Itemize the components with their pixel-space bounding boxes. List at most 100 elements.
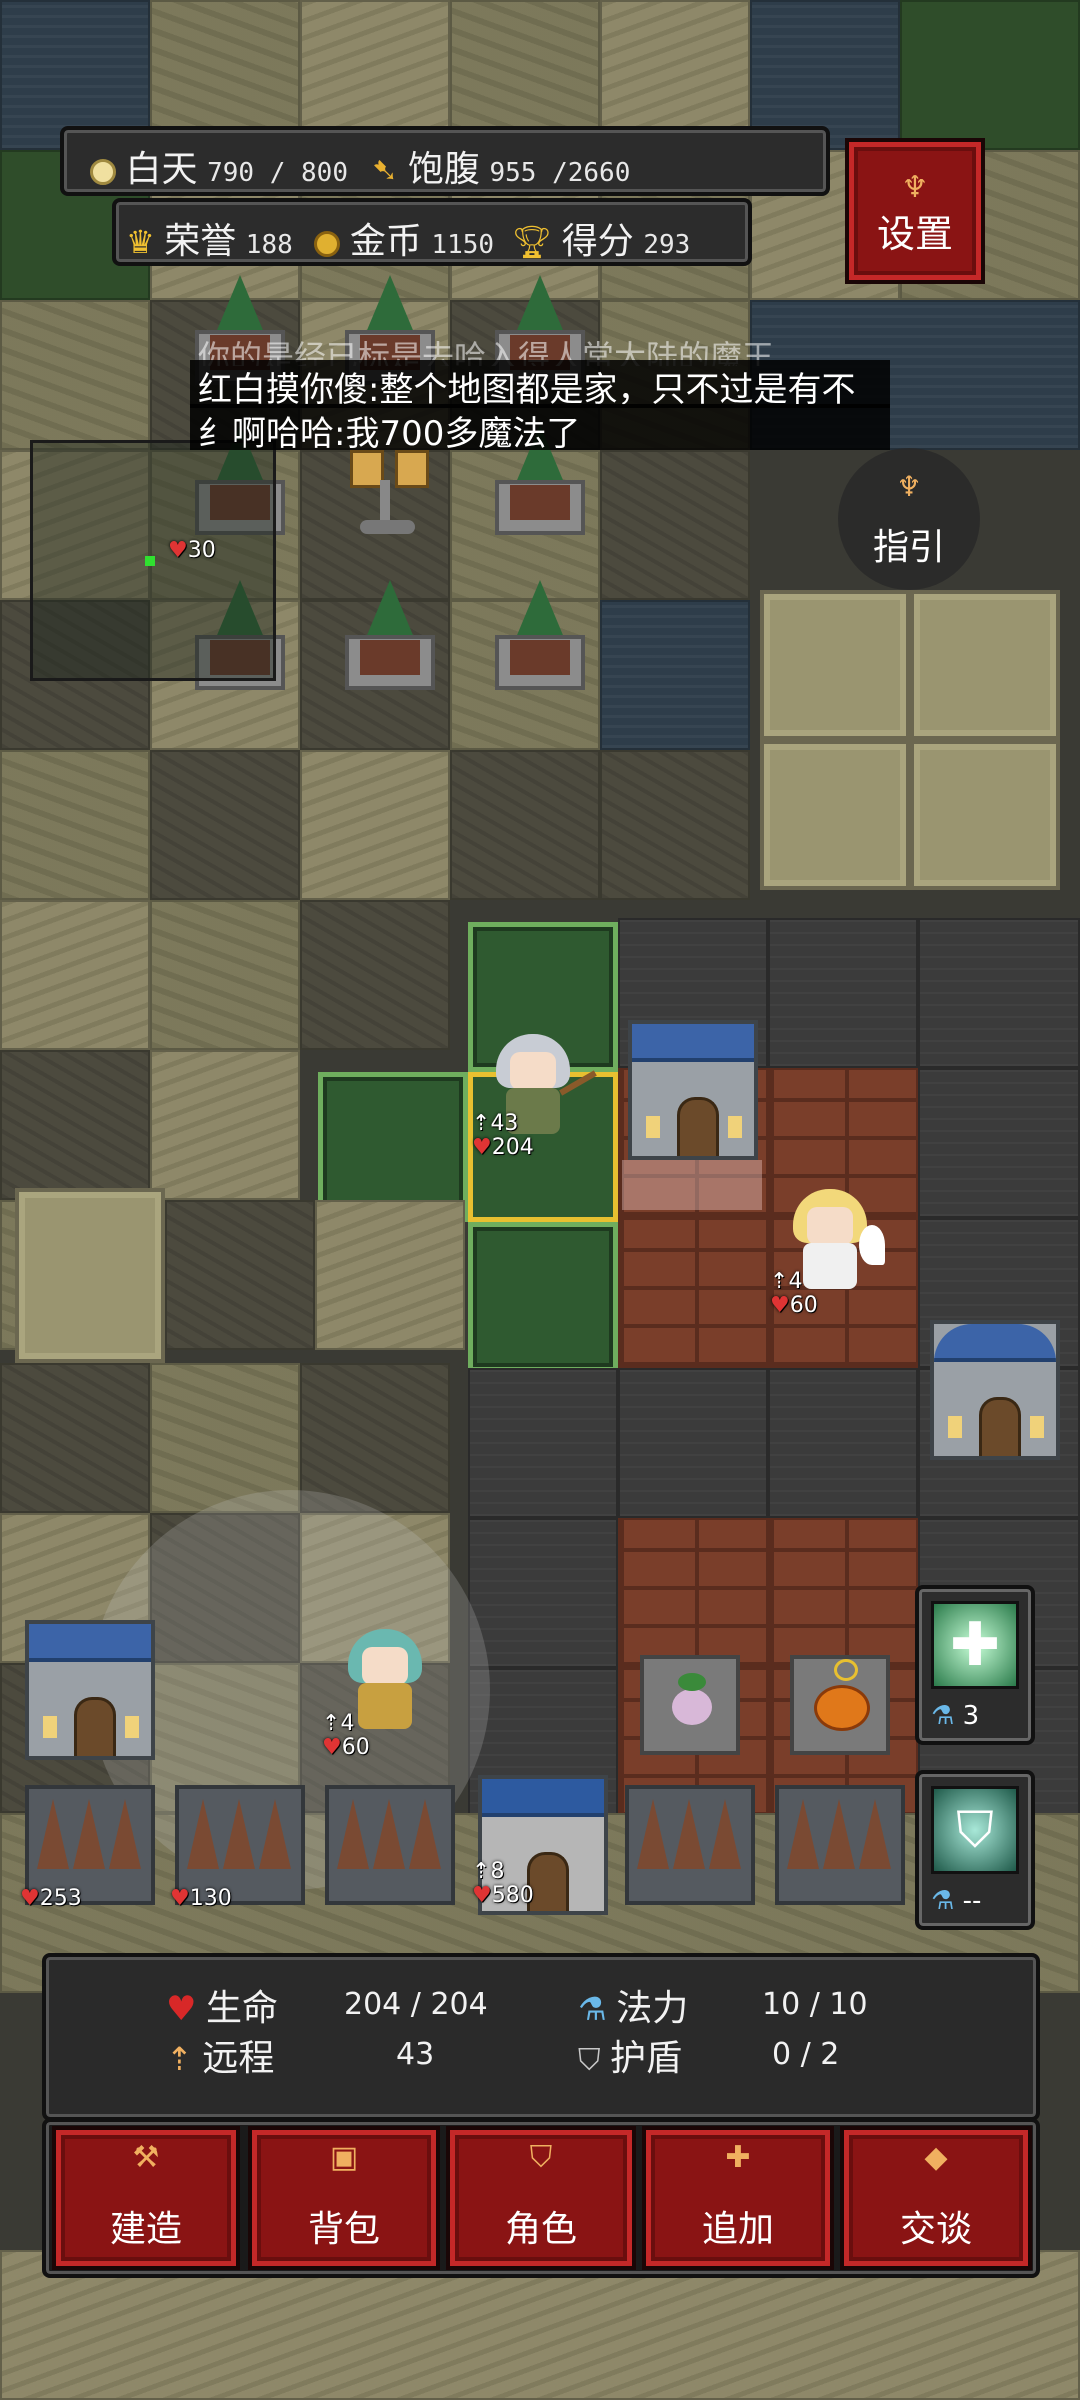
guide-button[interactable]: ♆ 指引: [838, 448, 980, 590]
settings-button[interactable]: ♆ 设置: [845, 138, 985, 284]
grass-tile[interactable]: [900, 0, 1080, 150]
minimap[interactable]: [30, 440, 276, 681]
castle-shadow: [622, 1160, 762, 1210]
brick-tile[interactable]: [618, 1518, 768, 1668]
talk-label: 交谈: [899, 2209, 972, 2250]
gold-coin-icon: [314, 231, 341, 257]
angel-stats-label: ⇡4 ♥60: [770, 1269, 818, 1318]
bag-icon: ▣: [329, 2140, 359, 2175]
shield-skill-icon: ⛉: [931, 1786, 1019, 1874]
bow-icon: ⇡: [166, 2040, 193, 2078]
honor-value: 188: [245, 230, 293, 260]
status-panel: ♥ 生命 204 / 204 ⚗ 法力 10 / 10 ⇡ 远程 43 ⛉ 护盾…: [42, 1953, 1040, 2121]
gold-label: 金币: [349, 221, 422, 262]
hp-value: 204 / 204: [344, 1987, 488, 2022]
hero-stats-label: ⇡43 ♥204: [472, 1111, 534, 1160]
shield-label: 护盾: [610, 2038, 683, 2079]
trophy-icon: 🏆︎: [511, 223, 553, 261]
stone-floor-tile[interactable]: [618, 1368, 768, 1518]
chat-line: 红白摸你傻:整个地图都是家，只不过是有不: [190, 360, 890, 408]
stone-floor-tile[interactable]: [468, 1368, 618, 1518]
dark-tile[interactable]: [600, 450, 750, 600]
stone-floor-tile[interactable]: [768, 918, 918, 1068]
settings-icon: ♆: [901, 170, 929, 205]
character-label: 角色: [504, 2209, 577, 2250]
pumpkin-planter[interactable]: [790, 1655, 890, 1755]
rock-tile[interactable]: [910, 740, 1060, 890]
dark-tile[interactable]: [450, 750, 600, 900]
move-range-tile[interactable]: [468, 1222, 618, 1372]
hp-label: 生命: [206, 1988, 279, 2029]
sand-tile[interactable]: [0, 750, 150, 900]
day-value: 790 / 800: [207, 158, 348, 188]
backpack-label: 背包: [307, 2209, 380, 2250]
brick-tile[interactable]: [768, 1518, 918, 1668]
dark-tile[interactable]: [300, 900, 450, 1050]
tree-planter[interactable]: [340, 580, 440, 690]
turnip-planter[interactable]: [640, 1655, 740, 1755]
water-tile[interactable]: [600, 600, 750, 750]
backpack-button[interactable]: ▣ 背包: [248, 2126, 440, 2270]
settings-label: 设置: [876, 212, 953, 256]
castle-building[interactable]: [25, 1620, 155, 1760]
gold-value: 1150: [431, 230, 495, 260]
spike-trap[interactable]: [625, 1785, 755, 1905]
dark-tile[interactable]: [600, 750, 750, 900]
sand-tile[interactable]: [300, 750, 450, 900]
sand-tile[interactable]: [0, 900, 150, 1050]
build-button[interactable]: ⚒ 建造: [52, 2126, 240, 2270]
range-label: 远程: [202, 2038, 275, 2079]
rock-tile[interactable]: [760, 590, 910, 740]
hammer-icon: ⚒: [132, 2140, 160, 2175]
teal-girl-stats-label: ⇡4 ♥60: [322, 1711, 370, 1760]
stats-bar-top: 白天 790 / 800 ➷ 饱腹 955 /2660: [60, 126, 830, 196]
stone-floor-tile[interactable]: [918, 1068, 1080, 1218]
stone-floor-tile[interactable]: [468, 1518, 618, 1668]
chapel-building[interactable]: [930, 1320, 1060, 1460]
dark-tile[interactable]: [300, 1363, 450, 1513]
sand-tile[interactable]: [150, 1050, 300, 1200]
skill-slot-holy-cross[interactable]: ✚ ⚗ 3: [915, 1585, 1035, 1745]
mana-potion-icon: ⚗: [931, 1886, 955, 1916]
talk-button[interactable]: ◆ 交谈: [840, 2126, 1032, 2270]
dark-tile[interactable]: [150, 750, 300, 900]
shield-value: 0 / 2: [772, 2037, 840, 2072]
rock-tile[interactable]: [760, 740, 910, 890]
stone-floor-tile[interactable]: [768, 1368, 918, 1518]
sand-tile[interactable]: [315, 1200, 465, 1350]
stone-floor-tile[interactable]: [918, 918, 1080, 1068]
append-button[interactable]: ✚ 追加: [642, 2126, 834, 2270]
mana-potion-icon: ⚗: [578, 1990, 607, 2028]
brick-tile[interactable]: [618, 1218, 768, 1368]
spike-trap[interactable]: [775, 1785, 905, 1905]
mana-label: 法力: [616, 1988, 689, 2029]
sand-tile[interactable]: [150, 900, 300, 1050]
tree-planter[interactable]: [490, 580, 590, 690]
sand-tile[interactable]: [0, 300, 150, 450]
sun-icon: [90, 159, 116, 185]
character-button[interactable]: ⛉ 角色: [446, 2126, 636, 2270]
lantern-post[interactable]: [345, 450, 435, 540]
dark-tile[interactable]: [0, 1363, 150, 1513]
shield-icon: ⛉: [578, 2043, 601, 2078]
rock-tile[interactable]: [15, 1188, 165, 1363]
spike-trap[interactable]: [325, 1785, 455, 1905]
stats-bar-bottom: ♛ 荣誉 188 金币 1150 🏆︎ 得分 293: [112, 198, 752, 266]
skill-slot-shield[interactable]: ⛉ ⚗ --: [915, 1770, 1035, 1930]
skill-mana-cost: ⚗ 3: [931, 1701, 980, 1731]
hunger-label: 饱腹: [407, 149, 480, 190]
heart-icon: ♥: [166, 1989, 197, 2029]
hunger-icon: ➷: [371, 151, 399, 189]
append-label: 追加: [701, 2209, 774, 2250]
shield-icon: ⛉: [529, 2140, 553, 2175]
rock-tile[interactable]: [910, 590, 1060, 740]
build-label: 建造: [109, 2209, 182, 2250]
minimap-hp-label: ♥30: [168, 538, 216, 563]
dark-tile[interactable]: [165, 1200, 315, 1350]
dark-tile[interactable]: [0, 1050, 150, 1200]
speech-icon: ◆: [924, 2140, 948, 2175]
hunger-value: 955 /2660: [489, 158, 631, 188]
spike-trap-hp-label: ♥253: [20, 1886, 82, 1911]
castle-building[interactable]: [628, 1020, 758, 1160]
guide-icon: ♆: [896, 470, 922, 503]
